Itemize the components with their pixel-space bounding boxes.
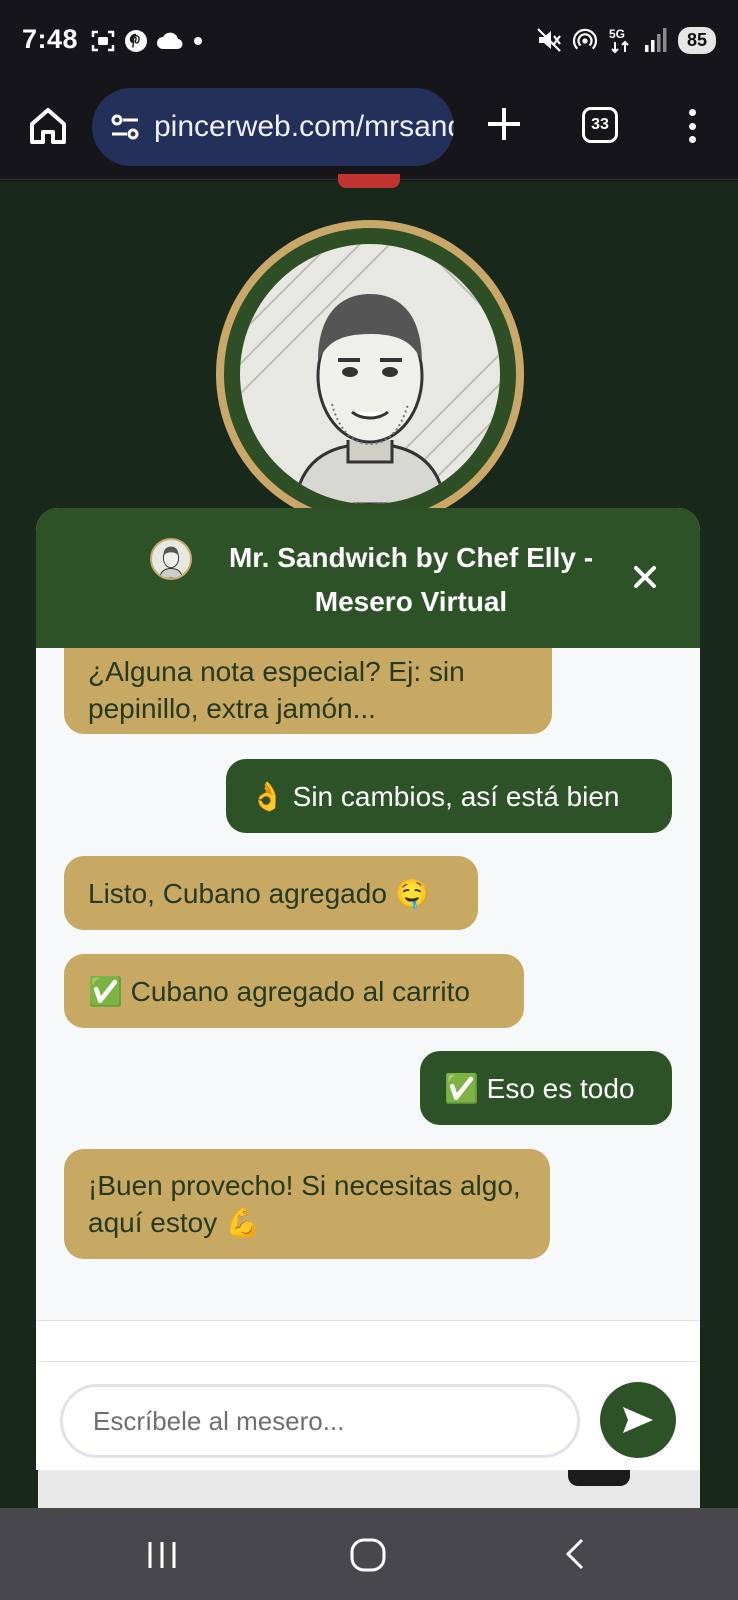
home-button[interactable] [26, 104, 70, 148]
send-icon [623, 1407, 653, 1433]
chat-input-area [36, 1362, 700, 1470]
status-right-icons: 5G 85 [536, 26, 716, 54]
recents-icon [148, 1542, 176, 1568]
home-nav-button[interactable] [344, 1530, 392, 1578]
battery-indicator: 85 [677, 26, 716, 54]
pinterest-icon [125, 30, 147, 52]
send-button[interactable] [600, 1382, 676, 1458]
chat-header: Mr. Sandwich by Chef Elly - Mesero Virtu… [36, 508, 700, 648]
message-list[interactable]: ¿Alguna nota especial? Ej: sin pepinillo… [36, 648, 700, 1320]
plus-icon [488, 108, 520, 140]
hotspot-icon [572, 28, 598, 50]
close-chat-button[interactable] [628, 560, 662, 594]
chef-avatar-icon [159, 546, 183, 578]
back-chevron-icon [565, 1538, 584, 1570]
bot-message: Listo, Cubano agregado 🤤 [64, 856, 478, 930]
chef-logo [216, 220, 524, 528]
chat-divider [36, 1320, 700, 1362]
chat-avatar [150, 538, 192, 580]
cloud-icon [157, 32, 183, 50]
address-bar[interactable]: pincerweb.com/mrsandwich [92, 88, 454, 166]
user-message: 👌 Sin cambios, así está bien [226, 759, 672, 833]
bot-message: ✅ Cubano agregado al carrito [64, 954, 524, 1028]
bot-message: ¡Buen provecho! Si necesitas algo, aquí … [64, 1149, 550, 1259]
home-icon [30, 108, 66, 144]
status-left-icons [90, 28, 204, 54]
url-text: pincerweb.com/mrsandwich [154, 110, 454, 143]
mute-icon [537, 28, 561, 52]
back-button[interactable] [552, 1530, 600, 1578]
close-icon [634, 566, 656, 588]
chef-portrait-icon [240, 244, 500, 504]
system-nav-bar [0, 1508, 738, 1600]
status-time: 7:48 [22, 24, 79, 54]
site-settings-icon[interactable] [108, 110, 142, 144]
screenshot-icon [91, 30, 115, 52]
tab-switcher-button[interactable]: 33 [582, 107, 618, 143]
new-tab-button[interactable] [484, 104, 524, 144]
red-tab [338, 174, 400, 188]
message-input[interactable] [60, 1384, 580, 1458]
home-circle-icon [350, 1538, 386, 1572]
browser-toolbar: pincerweb.com/mrsandwich 33 [0, 84, 738, 180]
chat-title: Mr. Sandwich by Chef Elly - Mesero Virtu… [228, 542, 594, 617]
recent-apps-button[interactable] [138, 1530, 186, 1578]
svg-text:5G: 5G [609, 27, 625, 41]
user-message: ✅ Eso es todo [420, 1051, 672, 1125]
bot-message: ¿Alguna nota especial? Ej: sin pepinillo… [64, 648, 552, 734]
signal-icon [644, 28, 667, 52]
browser-menu-button[interactable] [680, 106, 704, 146]
chat-panel: Mr. Sandwich by Chef Elly - Mesero Virtu… [36, 508, 700, 1470]
5g-icon: 5G [609, 27, 629, 54]
dot-icon [194, 37, 202, 45]
status-bar: 7:48 5G 85 [0, 0, 738, 84]
